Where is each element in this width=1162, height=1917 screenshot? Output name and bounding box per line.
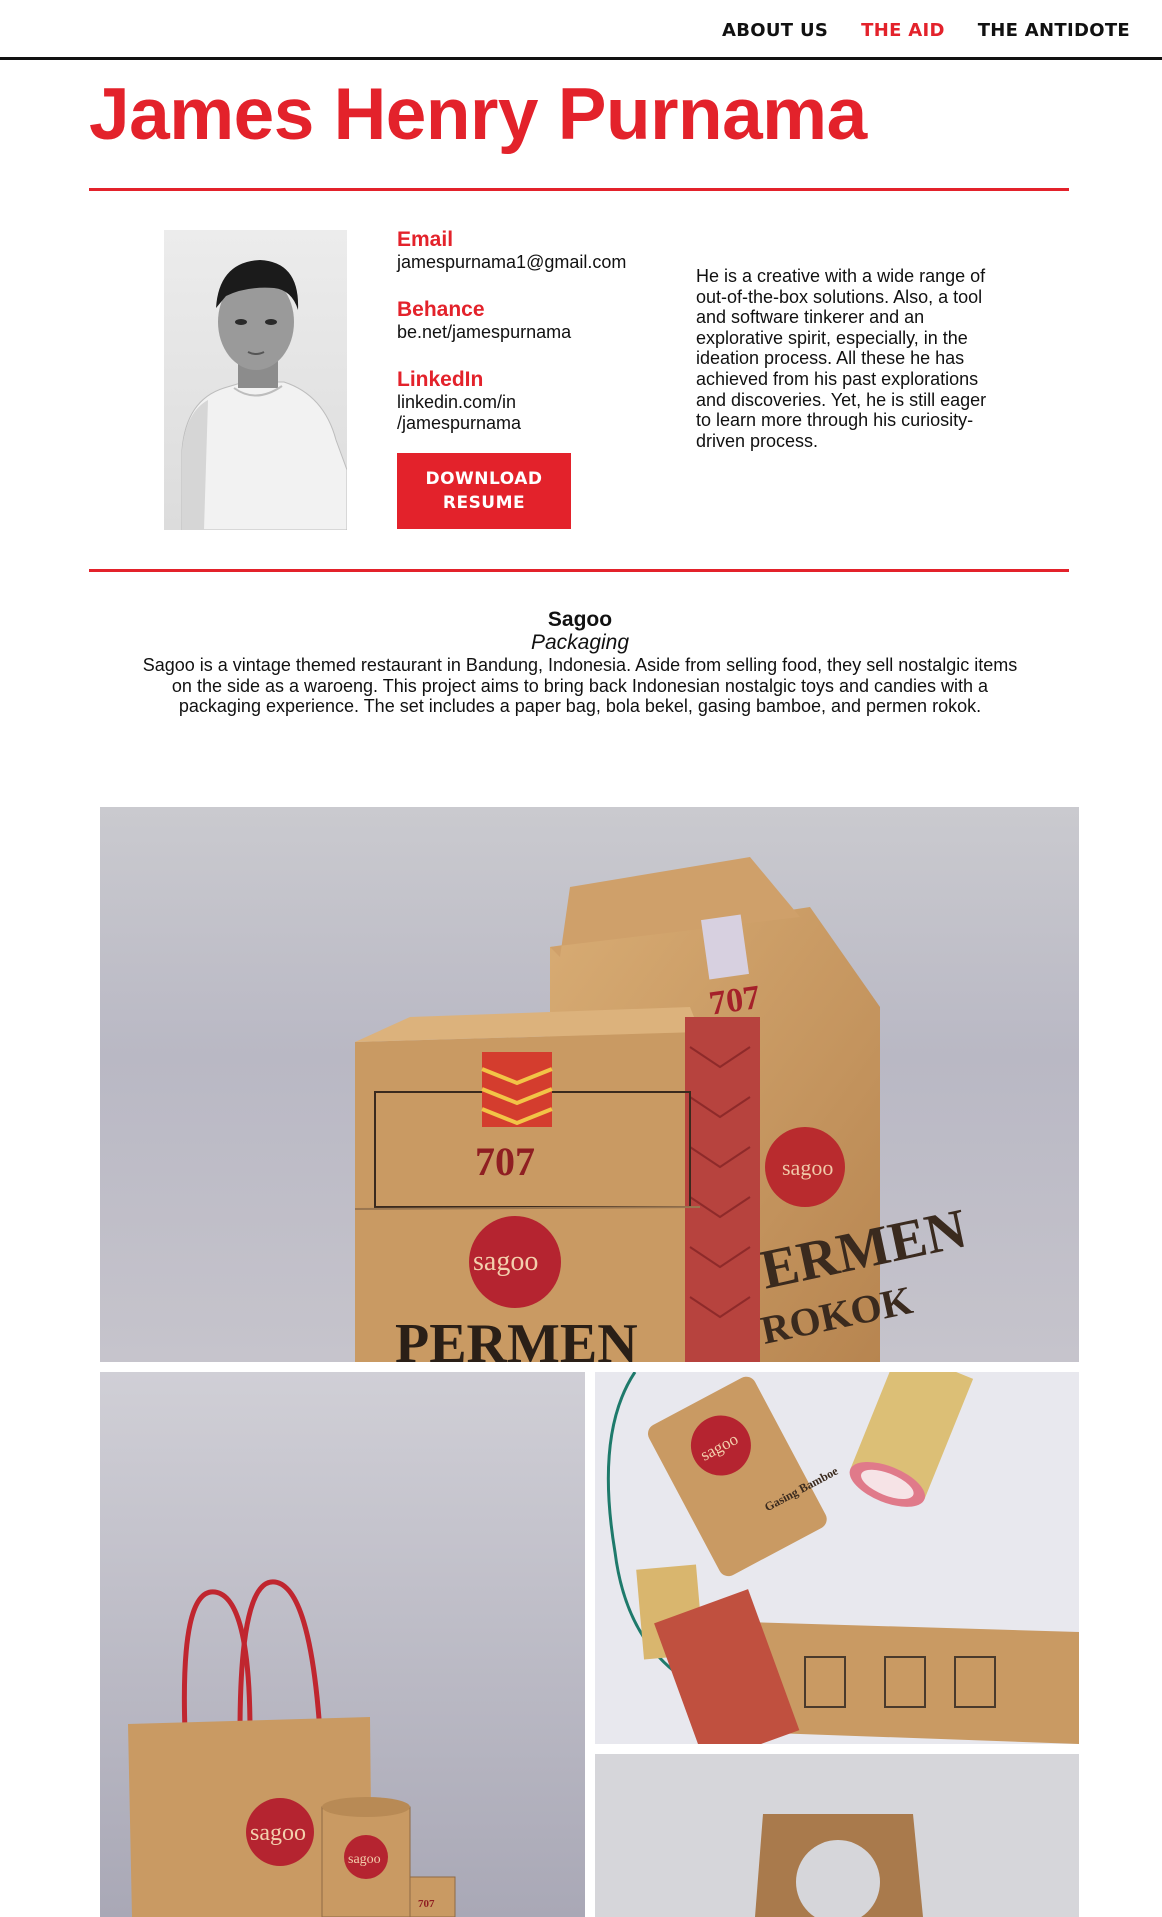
linkedin-link[interactable]: linkedin.com/in /jamespurnama <box>397 392 557 434</box>
behance-label: Behance <box>397 298 485 321</box>
box-front-number: 707 <box>475 1139 535 1184</box>
nav-links: ABOUT US THE AID THE ANTIDOTE <box>722 20 1130 41</box>
top-divider <box>89 188 1069 191</box>
top-navigation: ABOUT US THE AID THE ANTIDOTE <box>0 0 1162 60</box>
download-resume-button[interactable]: DOWNLOAD RESUME <box>397 453 571 529</box>
nav-link-the-antidote[interactable]: THE ANTIDOTE <box>978 20 1130 41</box>
nav-link-about-us[interactable]: ABOUT US <box>722 20 828 41</box>
mini-box-number: 707 <box>418 1898 435 1910</box>
bag-brand: sagoo <box>250 1820 306 1846</box>
email-link[interactable]: jamespurnama1@gmail.com <box>397 252 677 273</box>
linkedin-group: LinkedIn linkedin.com/in /jamespurnama <box>397 368 677 434</box>
gallery-image-bag[interactable]: sagoo sagoo 707 <box>100 1372 585 1917</box>
tube-brand: sagoo <box>348 1852 381 1867</box>
linkedin-label: LinkedIn <box>397 368 484 391</box>
profile-bio: He is a creative with a wide range of ou… <box>696 266 987 451</box>
gallery-image-cutout[interactable] <box>595 1754 1079 1917</box>
box-back-brand: sagoo <box>782 1155 833 1180</box>
box-back-number: 707 <box>707 979 763 1023</box>
contact-info: Email jamespurnama1@gmail.com Behance be… <box>397 228 677 459</box>
nav-link-the-aid[interactable]: THE AID <box>861 20 945 41</box>
profile-photo <box>164 230 347 530</box>
email-label: Email <box>397 228 454 251</box>
email-group: Email jamespurnama1@gmail.com <box>397 228 677 273</box>
project-description: Sagoo is a vintage themed restaurant in … <box>142 655 1018 717</box>
gallery-image-gasing[interactable]: sagoo Gasing Bamboe <box>595 1372 1079 1744</box>
project-info: Sagoo Packaging Sagoo is a vintage theme… <box>120 608 1040 717</box>
project-title: Sagoo <box>547 608 613 631</box>
behance-link[interactable]: be.net/jamespurnama <box>397 322 677 343</box>
project-category: Packaging <box>530 631 630 654</box>
box-front-label: PERMEN <box>395 1313 638 1362</box>
box-front-brand: sagoo <box>473 1246 538 1277</box>
behance-group: Behance be.net/jamespurnama <box>397 298 677 343</box>
gallery-image-boxes[interactable]: 707 sagoo ERMEN ROKOK 707 sagoo PERMEN <box>100 807 1079 1362</box>
profile-name: James Henry Purnama <box>89 74 867 155</box>
bottom-divider <box>89 569 1069 572</box>
